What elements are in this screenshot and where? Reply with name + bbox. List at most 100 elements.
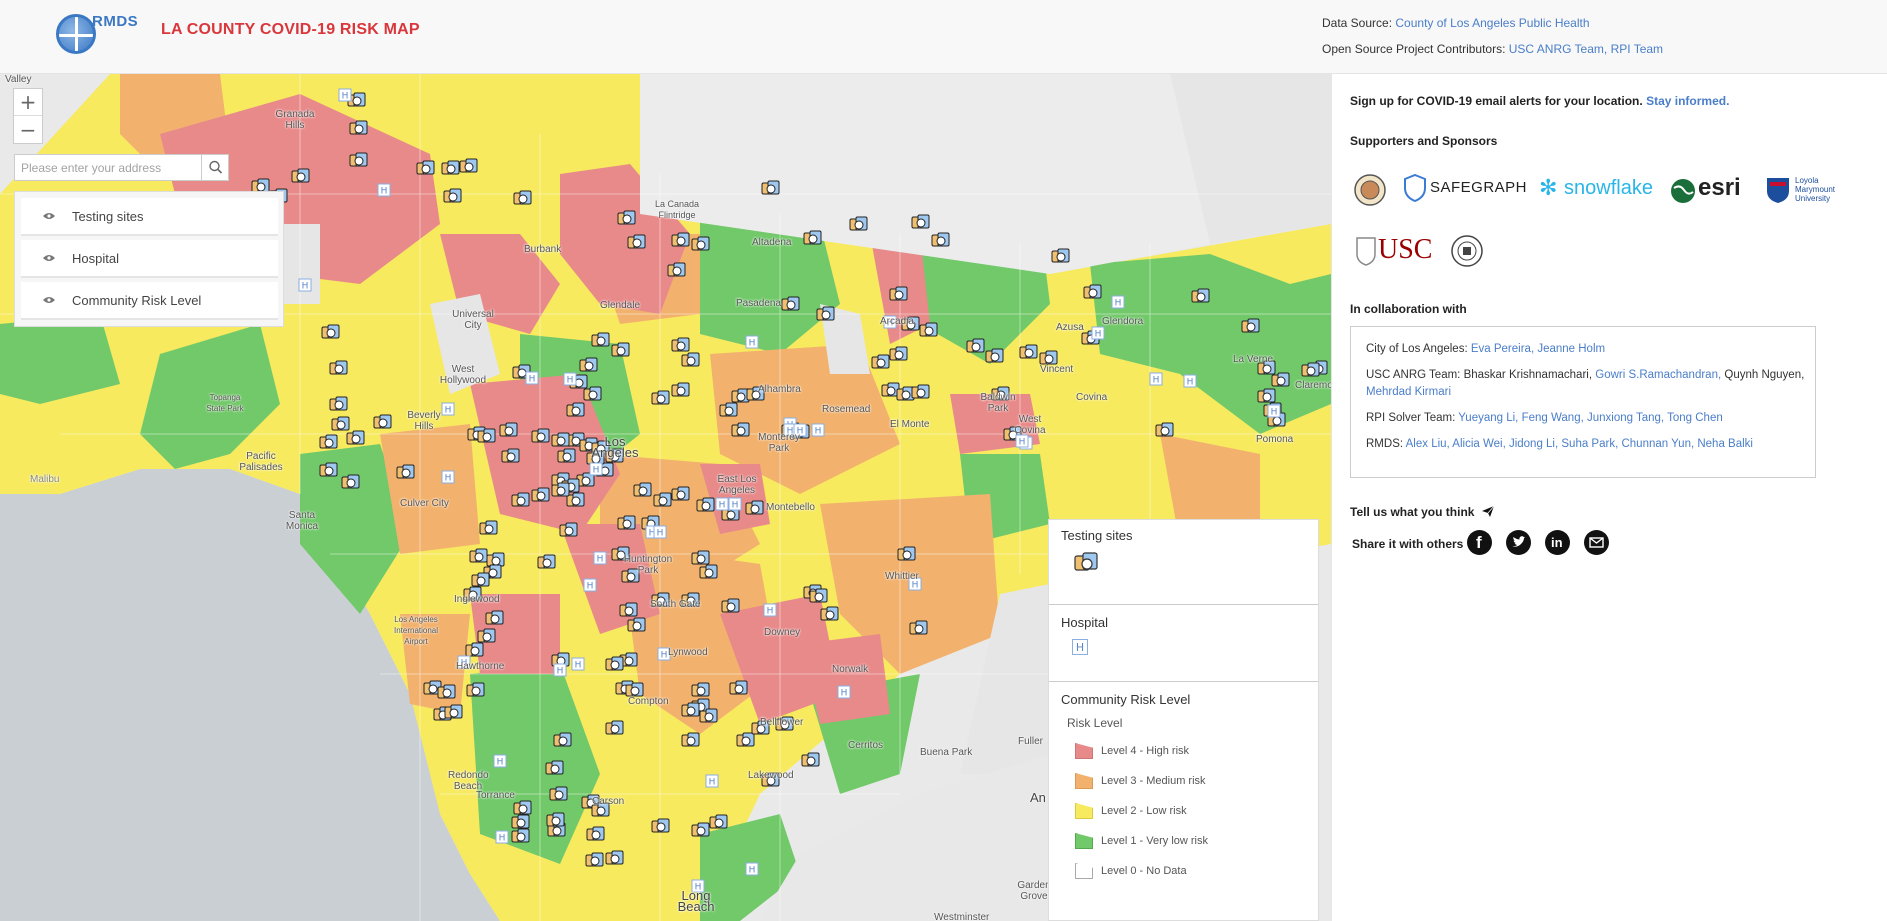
testing-site-marker[interactable] <box>511 828 530 843</box>
testing-site-marker[interactable] <box>1051 248 1070 263</box>
hospital-marker[interactable]: H <box>338 88 352 102</box>
testing-site-marker[interactable] <box>621 568 640 583</box>
testing-site-marker[interactable] <box>485 610 504 625</box>
testing-site-marker[interactable] <box>566 492 585 507</box>
testing-site-marker[interactable] <box>901 316 920 331</box>
testing-site-marker[interactable] <box>545 760 564 775</box>
testing-site-marker[interactable] <box>627 234 646 249</box>
testing-site-marker[interactable] <box>681 352 700 367</box>
testing-site-marker[interactable] <box>667 262 686 277</box>
testing-site-marker[interactable] <box>911 214 930 229</box>
testing-site-marker[interactable] <box>553 732 572 747</box>
testing-site-marker[interactable] <box>349 152 368 167</box>
testing-site-marker[interactable] <box>479 520 498 535</box>
testing-site-marker[interactable] <box>671 337 690 352</box>
hospital-marker[interactable]: H <box>908 577 922 591</box>
testing-site-marker[interactable] <box>820 606 839 621</box>
testing-site-marker[interactable] <box>586 450 605 465</box>
testing-site-marker[interactable] <box>681 592 700 607</box>
testing-site-marker[interactable] <box>546 812 565 827</box>
testing-site-marker[interactable] <box>471 572 490 587</box>
hospital-marker[interactable]: H <box>1111 295 1125 309</box>
hospital-marker[interactable]: H <box>493 754 507 768</box>
hospital-marker[interactable]: H <box>883 315 897 329</box>
hospital-marker[interactable]: H <box>793 423 807 437</box>
testing-site-marker[interactable] <box>549 786 568 801</box>
testing-site-marker[interactable] <box>699 708 718 723</box>
testing-site-marker[interactable] <box>671 486 690 501</box>
testing-site-marker[interactable] <box>329 396 348 411</box>
testing-site-marker[interactable] <box>559 522 578 537</box>
testing-site-marker[interactable] <box>477 628 496 643</box>
hospital-marker[interactable]: H <box>563 372 577 386</box>
testing-site-marker[interactable] <box>585 852 604 867</box>
testing-site-marker[interactable] <box>719 402 738 417</box>
testing-site-marker[interactable] <box>349 120 368 135</box>
testing-site-marker[interactable] <box>985 348 1004 363</box>
testing-site-marker[interactable] <box>329 360 348 375</box>
testing-site-marker[interactable] <box>459 158 478 173</box>
testing-site-marker[interactable] <box>346 430 365 445</box>
rmds-logo[interactable]: RMDS <box>54 10 144 56</box>
risk-map[interactable]: HHHHHHHHHHHHHHHHHHHHHHHHHHHHHHHHHHHHHHH … <box>0 74 1331 921</box>
testing-site-marker[interactable] <box>396 464 415 479</box>
email-icon[interactable] <box>1584 530 1609 555</box>
testing-site-marker[interactable] <box>341 474 360 489</box>
hospital-marker[interactable]: H <box>1149 372 1163 386</box>
testing-site-marker[interactable] <box>691 822 710 837</box>
testing-site-marker[interactable] <box>611 342 630 357</box>
testing-site-marker[interactable] <box>871 354 890 369</box>
testing-site-marker[interactable] <box>731 422 750 437</box>
hospital-marker[interactable]: H <box>763 603 777 617</box>
testing-site-marker[interactable] <box>849 216 868 231</box>
zoom-in-button[interactable]: + <box>14 89 42 116</box>
collab-names[interactable]: Mehrdad Kirmari <box>1366 386 1451 398</box>
testing-site-marker[interactable] <box>889 346 908 361</box>
testing-site-marker[interactable] <box>1039 350 1058 365</box>
hospital-marker[interactable]: H <box>495 830 509 844</box>
testing-site-marker[interactable] <box>671 232 690 247</box>
testing-site-marker[interactable] <box>919 322 938 337</box>
layer-hospital[interactable]: Hospital <box>21 240 278 278</box>
testing-site-marker[interactable] <box>586 826 605 841</box>
collab-names[interactable]: Eva Pereira, Jeanne Holm <box>1471 343 1605 355</box>
testing-site-marker[interactable] <box>809 588 828 603</box>
hospital-marker[interactable]: H <box>589 462 603 476</box>
testing-site-marker[interactable] <box>745 500 764 515</box>
twitter-icon[interactable] <box>1506 530 1531 555</box>
zoom-out-button[interactable]: − <box>14 116 42 143</box>
hospital-marker[interactable]: H <box>691 879 705 893</box>
testing-site-marker[interactable] <box>709 814 728 829</box>
testing-site-marker[interactable] <box>775 716 794 731</box>
testing-site-marker[interactable] <box>681 702 700 717</box>
hospital-marker[interactable]: H <box>1183 374 1197 388</box>
testing-site-marker[interactable] <box>443 188 462 203</box>
testing-site-marker[interactable] <box>511 492 530 507</box>
testing-site-marker[interactable] <box>736 732 755 747</box>
contributors-link[interactable]: USC ANRG Team, RPI Team <box>1509 42 1663 56</box>
testing-site-marker[interactable] <box>583 386 602 401</box>
testing-site-marker[interactable] <box>444 704 463 719</box>
testing-site-marker[interactable] <box>486 552 505 567</box>
hospital-marker[interactable]: H <box>441 402 455 416</box>
testing-site-marker[interactable] <box>625 682 644 697</box>
testing-site-marker[interactable] <box>909 620 928 635</box>
hospital-marker[interactable]: H <box>1015 434 1029 448</box>
testing-site-marker[interactable] <box>1241 318 1260 333</box>
feedback-link[interactable]: Tell us what you think <box>1350 505 1495 519</box>
lmu-logo[interactable]: Loyola Marymount University <box>1765 174 1855 206</box>
testing-site-marker[interactable] <box>469 548 488 563</box>
testing-site-marker[interactable] <box>651 592 670 607</box>
usc-logo[interactable]: USC <box>1356 234 1441 268</box>
testing-site-marker[interactable] <box>699 564 718 579</box>
testing-site-marker[interactable] <box>1301 362 1320 377</box>
facebook-icon[interactable]: f <box>1467 530 1492 555</box>
hospital-marker[interactable]: H <box>593 551 607 565</box>
testing-site-marker[interactable] <box>803 230 822 245</box>
testing-site-marker[interactable] <box>319 462 338 477</box>
testing-site-marker[interactable] <box>373 414 392 429</box>
testing-site-marker[interactable] <box>465 642 484 657</box>
hospital-marker[interactable]: H <box>745 335 759 349</box>
testing-site-marker[interactable] <box>321 324 340 339</box>
testing-site-marker[interactable] <box>551 432 570 447</box>
